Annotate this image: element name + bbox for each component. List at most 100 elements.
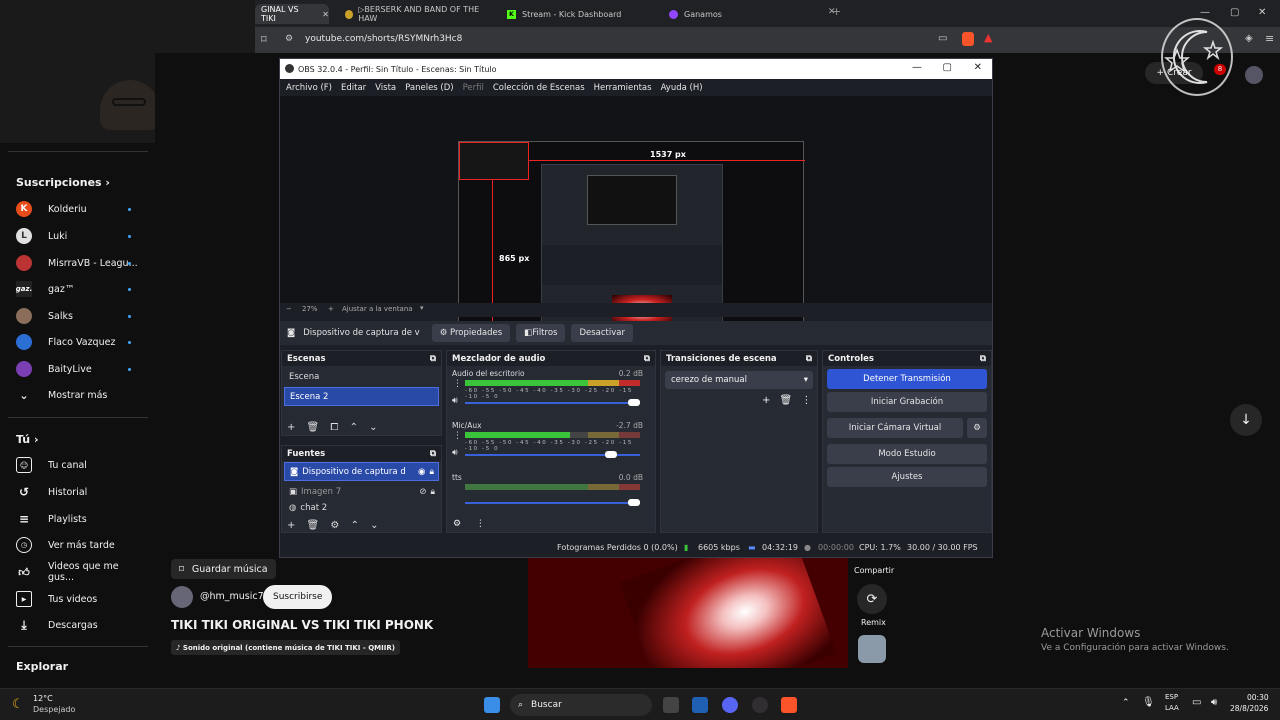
sidebar-item-playlists[interactable]: ≡ Playlists bbox=[16, 508, 141, 530]
source-item[interactable]: ▣ Imagen 7 ⊘ 🔒︎ bbox=[284, 482, 439, 501]
menu-archivo[interactable]: Archivo (F) bbox=[286, 83, 332, 93]
webcam-source-box[interactable] bbox=[459, 142, 529, 180]
menu-perfil[interactable]: Perfil bbox=[463, 83, 484, 93]
menu-paneles[interactable]: Paneles (D) bbox=[405, 83, 453, 93]
show-more-button[interactable]: ⌄ Mostrar más bbox=[16, 384, 141, 406]
start-recording-button[interactable]: Iniciar Grabación bbox=[827, 392, 987, 412]
sound-chip[interactable]: ♪ Sonido original (contiene música de TI… bbox=[171, 640, 400, 655]
menu-coleccion-escenas[interactable]: Colección de Escenas bbox=[493, 83, 585, 93]
weather-desc[interactable]: Despejado bbox=[33, 705, 75, 714]
sources-toolbar[interactable]: + 🗑︎ ⚙ ⌃ ⌄ bbox=[287, 520, 379, 531]
search-box[interactable]: ⌕ Buscar bbox=[510, 694, 652, 716]
scenes-toolbar[interactable]: + 🗑︎ ⧠ ⌃ ⌄ bbox=[287, 422, 378, 433]
obs-preview[interactable]: 1537 px 865 px bbox=[280, 96, 992, 335]
shield-icon[interactable]: ◈ bbox=[1245, 33, 1253, 44]
speaker-icon[interactable]: 🔊︎ bbox=[452, 396, 458, 406]
sidebar-item-history[interactable]: ↺ Historial bbox=[16, 481, 141, 503]
dock-menu-icon[interactable]: ⧉ bbox=[430, 354, 436, 364]
studio-mode-button[interactable]: Modo Estudio bbox=[827, 444, 987, 464]
bookmark-icon[interactable]: ⌑ bbox=[261, 33, 267, 46]
subscription-item[interactable]: gaz. gaz™ bbox=[16, 278, 141, 300]
gear-icon[interactable]: ⚙ bbox=[967, 418, 987, 438]
avatar[interactable] bbox=[1245, 66, 1263, 84]
channel-name[interactable]: @hm_music7 bbox=[200, 591, 264, 602]
tab-kick[interactable]: K Stream - Kick Dashboard bbox=[501, 4, 651, 24]
sidebar-item-your-videos[interactable]: ▶ Tus videos bbox=[16, 588, 141, 610]
slider-knob[interactable] bbox=[628, 499, 640, 506]
clock-time[interactable]: 00:30 bbox=[1247, 693, 1269, 702]
start-virtual-cam-button[interactable]: Iniciar Cámara Virtual bbox=[827, 418, 963, 438]
dock-menu-icon[interactable]: ⧉ bbox=[430, 449, 436, 459]
transition-select[interactable]: cerezo de manual ▾ bbox=[665, 371, 813, 389]
slider-knob[interactable] bbox=[605, 451, 617, 458]
brave-rewards-icon[interactable]: ▲ bbox=[984, 31, 992, 44]
sidebar-item-liked-videos[interactable]: 👍︎ Videos que me gus... bbox=[16, 561, 141, 583]
volume-slider[interactable] bbox=[465, 399, 640, 406]
start-icon[interactable] bbox=[484, 697, 500, 713]
tab-berserk[interactable]: ▷BERSERK AND BAND OF THE HAW bbox=[339, 4, 489, 24]
subscriptions-heading[interactable]: Suscripciones › bbox=[16, 176, 110, 189]
weather-temp[interactable]: 12°C bbox=[33, 694, 53, 703]
menu-vista[interactable]: Vista bbox=[375, 83, 396, 93]
zoom-in-icon[interactable]: + bbox=[328, 305, 334, 313]
maximize-icon[interactable]: ▢ bbox=[943, 62, 952, 73]
close-icon[interactable]: ✕ bbox=[974, 62, 982, 73]
transition-toolbar[interactable]: + 🗑︎ ⋮ bbox=[762, 395, 811, 406]
cast-icon[interactable]: ▭ bbox=[938, 33, 947, 44]
store-icon[interactable] bbox=[692, 697, 708, 713]
eye-icon[interactable]: ◉ bbox=[418, 467, 425, 477]
subscription-item[interactable]: Flaco Vazquez bbox=[16, 331, 141, 353]
lock-icon[interactable]: 🔒︎ bbox=[429, 467, 434, 477]
channel-avatar[interactable] bbox=[171, 586, 193, 608]
weather-icon[interactable]: ☾ bbox=[12, 697, 24, 712]
lock-icon[interactable]: 🔒︎ bbox=[430, 487, 435, 497]
next-short-button[interactable]: ↓ bbox=[1230, 404, 1262, 436]
brave-icon[interactable] bbox=[781, 697, 797, 713]
close-window-icon[interactable]: ✕ bbox=[1258, 7, 1266, 18]
clock-date[interactable]: 28/8/2026 bbox=[1230, 704, 1268, 713]
volume-icon[interactable]: 🔊︎ bbox=[1211, 697, 1217, 708]
minimize-icon[interactable]: — bbox=[1200, 7, 1210, 18]
stop-stream-button[interactable]: Detener Transmisión bbox=[827, 369, 987, 389]
language-secondary[interactable]: LAA bbox=[1165, 704, 1179, 712]
save-music-button[interactable]: ⌑ Guardar música bbox=[171, 559, 276, 579]
obs-icon[interactable] bbox=[752, 697, 768, 713]
dock-menu-icon[interactable]: ⧉ bbox=[980, 354, 986, 364]
speaker-icon[interactable]: 🔊︎ bbox=[452, 448, 458, 458]
fit-window-label[interactable]: Ajustar a la ventana bbox=[342, 305, 413, 313]
chevron-down-icon[interactable]: ▾ bbox=[420, 304, 424, 312]
dock-menu-icon[interactable]: ⧉ bbox=[806, 354, 812, 364]
mixer-toolbar[interactable]: ⚙ ⋮ bbox=[453, 519, 485, 529]
volume-slider[interactable] bbox=[465, 499, 640, 506]
filters-button[interactable]: ◧Filtros bbox=[516, 324, 566, 342]
scene-item[interactable]: Escena bbox=[284, 367, 439, 386]
sidebar-item-watch-later[interactable]: ◷ Ver más tarde bbox=[16, 534, 141, 556]
eye-hidden-icon[interactable]: ⊘ bbox=[419, 487, 426, 497]
add-tab-button[interactable]: + bbox=[832, 5, 841, 18]
tray-chevron-icon[interactable]: ⌃ bbox=[1122, 698, 1130, 708]
subscription-item[interactable]: BaityLive bbox=[16, 358, 141, 380]
mic-icon[interactable]: 🎙︎ bbox=[1142, 697, 1155, 708]
network-icon[interactable]: ▭ bbox=[1192, 697, 1201, 708]
source-item[interactable]: ◍ chat 2 bbox=[284, 502, 439, 514]
kebab-icon[interactable]: ⋮ bbox=[453, 379, 462, 389]
language-primary[interactable]: ESP bbox=[1165, 693, 1178, 701]
subscribe-button[interactable]: Suscribirse bbox=[263, 585, 333, 609]
you-heading[interactable]: Tú › bbox=[16, 433, 39, 446]
dock-menu-icon[interactable]: ⧉ bbox=[644, 354, 650, 364]
menu-herramientas[interactable]: Herramientas bbox=[594, 83, 652, 93]
sound-thumbnail[interactable] bbox=[858, 635, 886, 663]
menu-ayuda[interactable]: Ayuda (H) bbox=[661, 83, 703, 93]
brave-shields-icon[interactable] bbox=[962, 32, 974, 46]
short-video[interactable] bbox=[528, 558, 848, 668]
tab-ganamos[interactable]: Ganamos bbox=[663, 4, 823, 24]
properties-button[interactable]: ⚙ Propiedades bbox=[431, 324, 511, 342]
zoom-out-icon[interactable]: − bbox=[286, 305, 292, 313]
sidebar-item-downloads[interactable]: ⤓ Descargas bbox=[16, 614, 141, 636]
slider-knob[interactable] bbox=[628, 399, 640, 406]
source-item-selected[interactable]: ◙ Dispositivo de captura d ◉ 🔒︎ bbox=[284, 462, 439, 481]
maximize-icon[interactable]: ▢ bbox=[1230, 7, 1239, 18]
sidebar-item-your-channel[interactable]: ☺ Tu canal bbox=[16, 454, 141, 476]
subscription-item[interactable]: K Kolderiu bbox=[16, 198, 141, 220]
close-icon[interactable]: ✕ bbox=[322, 10, 329, 19]
